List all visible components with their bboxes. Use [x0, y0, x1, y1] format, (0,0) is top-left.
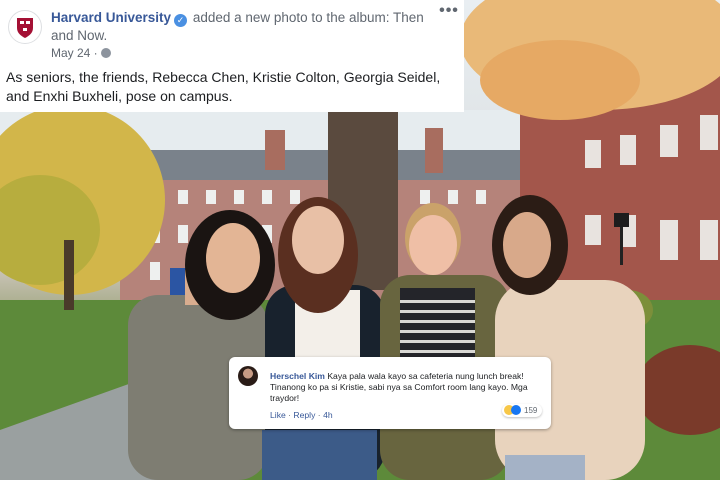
more-options-icon[interactable]: •••: [438, 3, 460, 20]
comment-time[interactable]: 4h: [323, 410, 333, 420]
reply-comment-button[interactable]: Reply: [293, 410, 315, 420]
globe-icon: [100, 48, 111, 58]
reaction-count: 159: [524, 406, 538, 415]
commenter-name-link[interactable]: Herschel Kim: [270, 371, 325, 381]
comment-body: Herschel Kim Kaya pala wala kayo sa cafe…: [270, 371, 542, 404]
harvard-shield-icon: [17, 18, 33, 38]
post-meta: May 24 ·: [51, 46, 111, 60]
post-date[interactable]: May 24 ·: [51, 46, 98, 60]
comment-actions: Like · Reply · 4h: [270, 410, 333, 420]
commenter-avatar[interactable]: [238, 366, 258, 386]
verified-badge-icon: ✓: [174, 14, 188, 27]
like-comment-button[interactable]: Like: [270, 410, 286, 420]
action-separator: ·: [288, 410, 292, 420]
post-caption: As seniors, the friends, Rebecca Chen, K…: [6, 69, 441, 104]
comment-card: Herschel Kim Kaya pala wala kayo sa cafe…: [229, 357, 551, 429]
post-header-line: Harvard University ✓ added a new photo to…: [51, 9, 435, 45]
post-header: Harvard University ✓ added a new photo to…: [0, 0, 464, 112]
page-name-link[interactable]: Harvard University: [51, 10, 171, 25]
reaction-summary[interactable]: 159: [502, 404, 543, 417]
like-reaction-icon: [511, 405, 521, 415]
action-separator: ·: [317, 410, 321, 420]
harvard-logo-avatar[interactable]: [8, 10, 42, 44]
